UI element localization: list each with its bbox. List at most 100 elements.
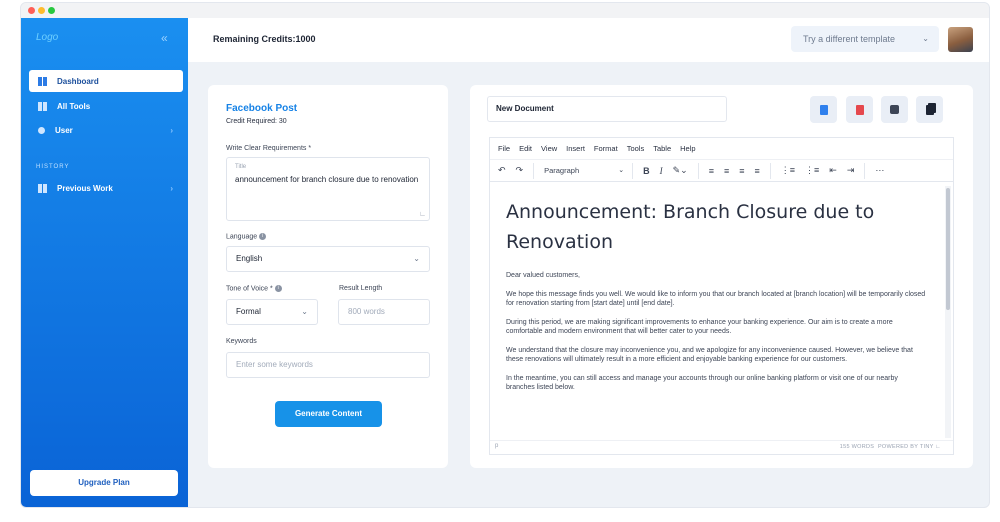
bold-icon[interactable]: B bbox=[643, 166, 650, 176]
editor-menubar: File Edit View Insert Format Tools Table… bbox=[490, 138, 953, 160]
generate-content-button[interactable]: Generate Content bbox=[275, 401, 382, 427]
upgrade-plan-button[interactable]: Upgrade Plan bbox=[30, 470, 178, 496]
remaining-credits: Remaining Credits:1000 bbox=[213, 34, 316, 44]
editor-panel: New Document File Edit View Insert Forma… bbox=[470, 85, 973, 468]
keywords-input[interactable]: Enter some keywords bbox=[226, 352, 430, 378]
tone-label-text: Tone of Voice * bbox=[226, 285, 273, 293]
chevron-down-icon: ⌄ bbox=[413, 254, 420, 263]
save-icon bbox=[890, 105, 899, 114]
resize-handle-icon[interactable]: ∟ bbox=[419, 211, 426, 218]
sidebar-item-label: All Tools bbox=[57, 101, 91, 111]
toolbar-divider bbox=[864, 162, 866, 179]
menu-format[interactable]: Format bbox=[594, 144, 618, 153]
history-icon bbox=[38, 183, 47, 193]
element-path: p bbox=[495, 443, 499, 449]
highlight-color-icon[interactable]: ✎⌄ bbox=[673, 165, 688, 176]
editor-content[interactable]: Announcement: Branch Closure due to Reno… bbox=[490, 183, 942, 441]
length-input[interactable]: 800 words bbox=[338, 299, 430, 325]
credit-required: Credit Required: 30 bbox=[226, 118, 287, 125]
paragraph-format-select[interactable]: Paragraph ⌄ bbox=[544, 166, 624, 175]
dashboard-icon bbox=[38, 76, 47, 86]
requirements-value: announcement for branch closure due to r… bbox=[235, 175, 419, 184]
scrollbar-thumb[interactable] bbox=[946, 188, 950, 310]
requirements-textarea[interactable]: Title announcement for branch closure du… bbox=[226, 157, 430, 221]
close-window-icon[interactable] bbox=[28, 7, 35, 14]
bullet-list-icon[interactable]: ⋮≡ bbox=[781, 165, 795, 176]
double-chevron-left-icon[interactable]: « bbox=[161, 31, 168, 45]
grid-icon bbox=[38, 101, 47, 111]
document-heading: Announcement: Branch Closure due to Reno… bbox=[506, 201, 875, 253]
word-doc-button[interactable] bbox=[810, 96, 837, 123]
header: Remaining Credits:1000 Try a different t… bbox=[188, 18, 989, 62]
sidebar-item-all-tools[interactable]: All Tools bbox=[29, 95, 183, 117]
outdent-icon[interactable]: ⇤ bbox=[829, 165, 837, 176]
avatar[interactable] bbox=[948, 27, 973, 52]
menu-insert[interactable]: Insert bbox=[566, 144, 585, 153]
info-icon[interactable]: i bbox=[274, 285, 282, 292]
chevron-right-icon: › bbox=[170, 125, 173, 135]
sidebar: Logo « Dashboard All Tools User › HISTOR… bbox=[21, 18, 188, 507]
align-justify-icon[interactable]: ≡ bbox=[754, 166, 759, 176]
menu-view[interactable]: View bbox=[541, 144, 557, 153]
word-doc-icon bbox=[819, 104, 828, 115]
menu-tools[interactable]: Tools bbox=[627, 144, 645, 153]
language-select[interactable]: English ⌄ bbox=[226, 246, 430, 272]
powered-by: POWERED BY TINY bbox=[877, 444, 934, 450]
language-value: English bbox=[236, 254, 263, 263]
chevron-down-icon: ⌄ bbox=[301, 307, 308, 316]
tone-select[interactable]: Formal ⌄ bbox=[226, 299, 318, 325]
document-name-input[interactable]: New Document bbox=[487, 96, 727, 122]
chevron-right-icon: › bbox=[170, 183, 173, 193]
menu-file[interactable]: File bbox=[498, 144, 510, 153]
template-dropdown[interactable]: Try a different template ⌄ bbox=[791, 26, 939, 52]
toolbar-divider bbox=[697, 162, 699, 179]
menu-help[interactable]: Help bbox=[680, 144, 695, 153]
align-right-icon[interactable]: ≡ bbox=[739, 166, 744, 176]
requirements-label: Write Clear Requirements * bbox=[226, 145, 312, 152]
editor-toolbar: ↶ ↷ Paragraph ⌄ B I ✎⌄ ≡ ≡ ≡ ≡ ⋮≡ ⋮≡ ⇤ ⇥… bbox=[490, 160, 953, 182]
language-label: Language i bbox=[226, 233, 267, 240]
align-center-icon[interactable]: ≡ bbox=[724, 166, 729, 176]
numbered-list-icon[interactable]: ⋮≡ bbox=[805, 165, 819, 176]
length-label: Result Length bbox=[339, 285, 383, 292]
requirements-caption: Title bbox=[235, 164, 247, 170]
undo-icon[interactable]: ↶ bbox=[498, 165, 506, 176]
document-paragraph: In the meantime, you can still access an… bbox=[506, 375, 898, 391]
maximize-window-icon[interactable] bbox=[48, 7, 55, 14]
menu-edit[interactable]: Edit bbox=[519, 144, 532, 153]
more-options-icon[interactable]: ⋯ bbox=[875, 165, 884, 176]
editor-scrollbar[interactable] bbox=[945, 186, 951, 438]
keywords-label: Keywords bbox=[226, 338, 257, 345]
sidebar-item-label: User bbox=[55, 125, 73, 135]
italic-icon[interactable]: I bbox=[660, 166, 663, 176]
template-form: Facebook Post Credit Required: 30 Write … bbox=[208, 85, 448, 468]
chevron-down-icon: ⌄ bbox=[922, 34, 929, 43]
minimize-window-icon[interactable] bbox=[38, 7, 45, 14]
word-count: 155 WORDS POWERED BY TINY ∟ bbox=[839, 444, 941, 450]
sidebar-item-previous-work[interactable]: Previous Work › bbox=[29, 177, 183, 199]
app-window: Logo « Dashboard All Tools User › HISTOR… bbox=[20, 2, 990, 508]
sidebar-item-dashboard[interactable]: Dashboard bbox=[29, 70, 183, 92]
menu-table[interactable]: Table bbox=[653, 144, 671, 153]
tone-label: Tone of Voice * i bbox=[226, 285, 282, 292]
sidebar-item-label: Dashboard bbox=[57, 76, 99, 86]
indent-icon[interactable]: ⇥ bbox=[847, 165, 855, 176]
sidebar-item-user[interactable]: User › bbox=[29, 119, 183, 141]
chevron-down-icon: ⌄ bbox=[618, 167, 625, 174]
paragraph-format-value: Paragraph bbox=[544, 166, 580, 175]
pdf-button[interactable] bbox=[846, 96, 873, 123]
window-titlebar bbox=[21, 3, 989, 18]
align-left-icon[interactable]: ≡ bbox=[709, 166, 714, 176]
redo-icon[interactable]: ↷ bbox=[516, 165, 524, 176]
document-paragraph: During this period, we are making signif… bbox=[506, 319, 893, 335]
sidebar-item-label: Previous Work bbox=[57, 183, 113, 193]
info-icon[interactable]: i bbox=[259, 233, 267, 240]
document-paragraph: We hope this message finds you well. We … bbox=[506, 291, 926, 307]
template-dropdown-label: Try a different template bbox=[803, 34, 896, 44]
save-button[interactable] bbox=[881, 96, 908, 123]
copy-button[interactable] bbox=[916, 96, 943, 123]
form-title: Facebook Post bbox=[226, 103, 298, 114]
history-section-label: HISTORY bbox=[36, 164, 70, 170]
editor-statusbar: p 155 WORDS POWERED BY TINY ∟ bbox=[490, 440, 953, 454]
copy-icon bbox=[925, 104, 934, 115]
